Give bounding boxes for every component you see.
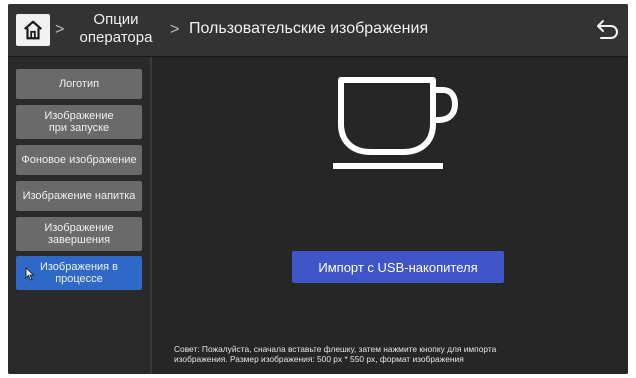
sidebar-item-label: Изображение напитка bbox=[22, 190, 136, 202]
sidebar-item-background-image[interactable]: Фоновое изображение bbox=[16, 145, 142, 175]
tip-line-2: изображения. Размер изображения: 500 px … bbox=[174, 354, 464, 364]
coffee-cup-icon bbox=[333, 77, 458, 169]
sidebar-item-startup-image[interactable]: Изображение при запуске bbox=[16, 105, 142, 139]
sidebar-item-label-line2: завершения bbox=[47, 234, 111, 246]
sidebar-item-label: Фоновое изображение bbox=[21, 154, 137, 166]
tip-text: Совет: Пожалуйста, сначала вставьте флеш… bbox=[174, 344, 594, 364]
sidebar-item-label-line2: процессе bbox=[55, 273, 103, 285]
back-arrow-icon bbox=[597, 20, 618, 39]
breadcrumb-operator-line2: оператора bbox=[79, 29, 153, 46]
sidebar: Логотип Изображение при запуске Фоновое … bbox=[8, 57, 152, 374]
sidebar-item-logo[interactable]: Логотип bbox=[16, 69, 142, 99]
home-icon bbox=[24, 20, 42, 40]
content-panel: Импорт с USB-накопителя Совет: Пожалуйст… bbox=[152, 57, 628, 374]
import-usb-button[interactable]: Импорт с USB-накопителя bbox=[292, 251, 504, 283]
breadcrumb-operator-options[interactable]: Опции оператора bbox=[68, 11, 164, 47]
tip-line-1: Совет: Пожалуйста, сначала вставьте флеш… bbox=[174, 344, 497, 354]
header-bar: > Опции оператора > Пользовательские изо… bbox=[8, 4, 628, 57]
sidebar-item-label-line1: Изображение bbox=[44, 222, 114, 234]
sidebar-item-drink-image[interactable]: Изображение напитка bbox=[16, 181, 142, 211]
back-button[interactable] bbox=[594, 16, 622, 44]
sidebar-item-label-line1: Изображение bbox=[44, 110, 114, 122]
breadcrumb-separator: > bbox=[55, 21, 65, 38]
breadcrumb-operator-line1: Опции bbox=[93, 11, 139, 28]
app-screen: > Опции оператора > Пользовательские изо… bbox=[8, 4, 628, 374]
sidebar-item-label-line2: при запуске bbox=[48, 122, 110, 134]
page-title: Пользовательские изображения bbox=[189, 20, 429, 37]
sidebar-item-label-line1: Изображения в bbox=[39, 261, 119, 273]
sidebar-item-label: Логотип bbox=[58, 78, 100, 90]
sidebar-item-completion-image[interactable]: Изображение завершения bbox=[16, 217, 142, 251]
home-button[interactable] bbox=[16, 14, 50, 46]
breadcrumb-separator: > bbox=[170, 21, 180, 38]
mouse-cursor-icon bbox=[25, 267, 35, 281]
